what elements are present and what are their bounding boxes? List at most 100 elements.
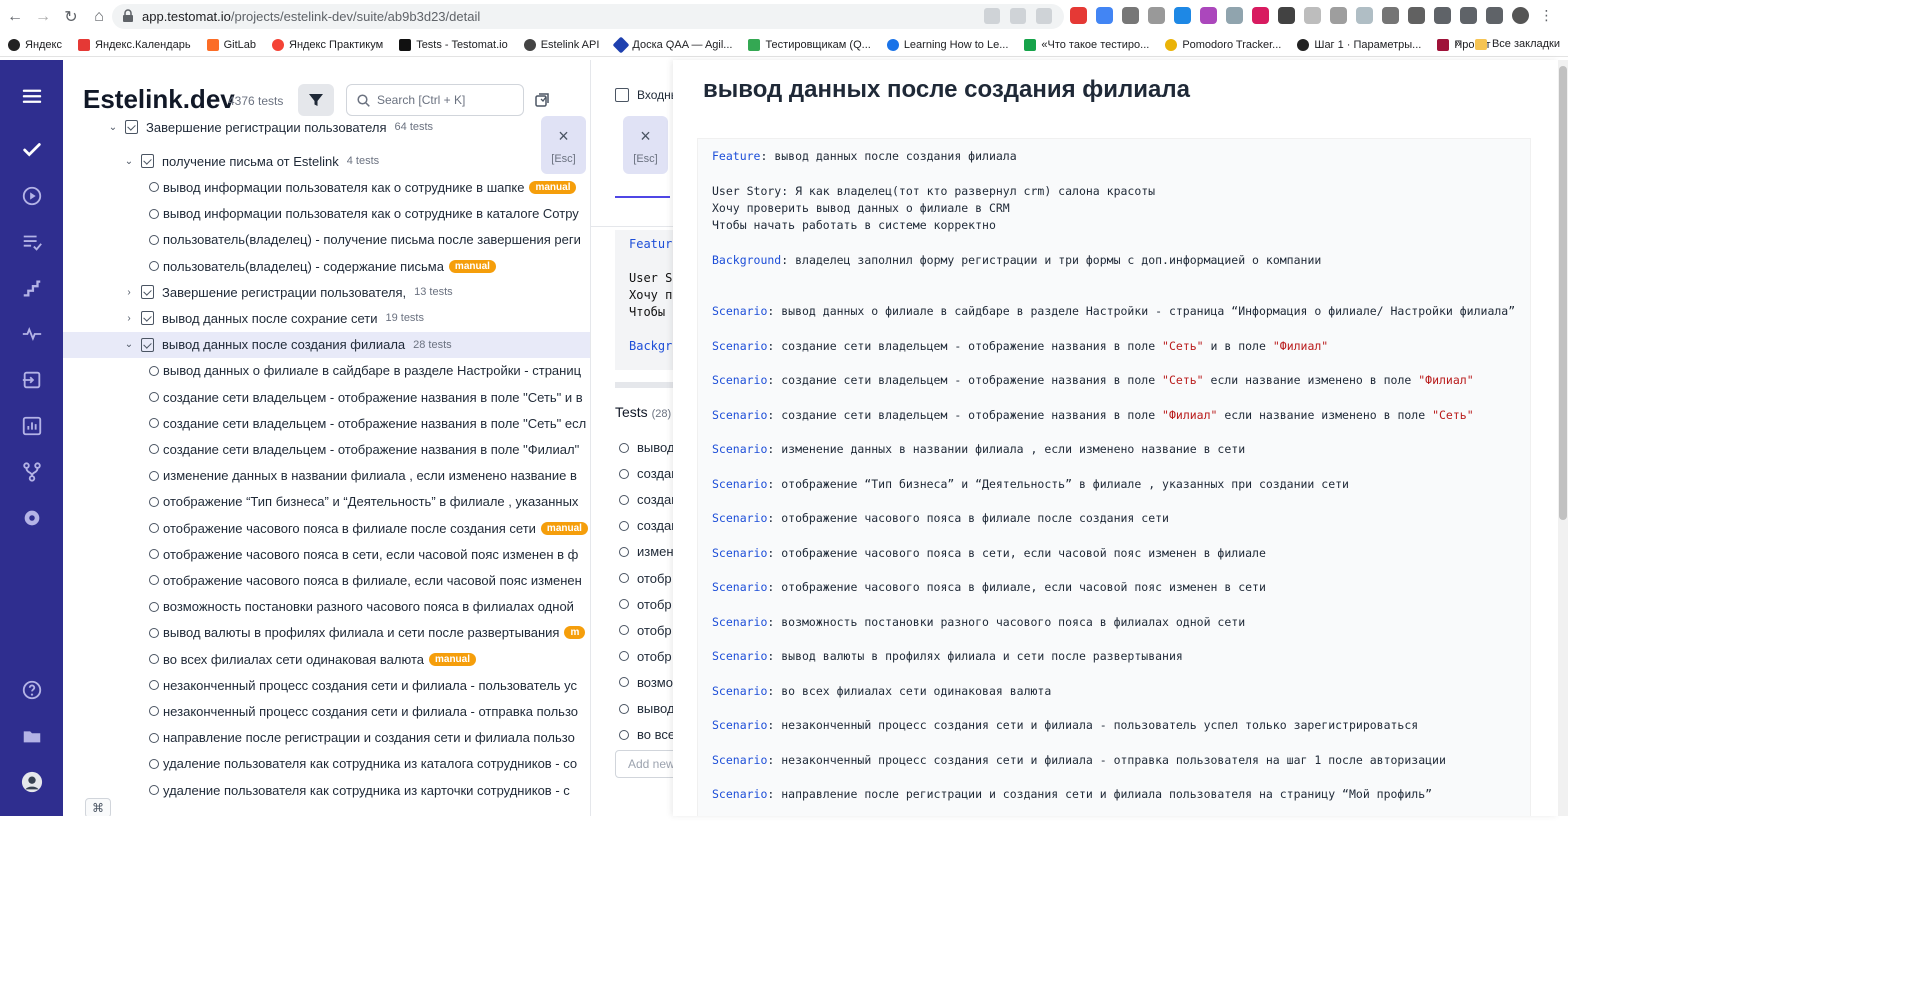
- analytics-chart-icon[interactable]: [0, 408, 63, 444]
- download-icon[interactable]: [1460, 7, 1477, 24]
- tree-test-row[interactable]: отображение часового пояса в сети, если …: [63, 541, 590, 567]
- back-icon[interactable]: ←: [2, 4, 28, 30]
- tree-test-row[interactable]: пользователь(владелец) - содержание пись…: [63, 253, 590, 279]
- bookmark[interactable]: Estelink API: [523, 38, 599, 51]
- projects-folder-icon[interactable]: [0, 718, 63, 754]
- extension-icon[interactable]: [1356, 7, 1373, 24]
- test-list-item[interactable]: отобр: [619, 597, 672, 612]
- user-avatar[interactable]: [0, 764, 63, 800]
- test-list-item[interactable]: создан: [619, 518, 673, 533]
- page-scrollbar[interactable]: [1558, 60, 1568, 816]
- settings-gear-icon[interactable]: [0, 500, 63, 536]
- bookmark[interactable]: GitLab: [206, 38, 256, 51]
- close-panel-button[interactable]: × [Esc]: [541, 116, 586, 174]
- test-list-item[interactable]: измен: [619, 544, 673, 559]
- runs-play-icon[interactable]: [0, 178, 63, 214]
- help-icon[interactable]: [0, 672, 63, 708]
- tests-check-icon[interactable]: [0, 132, 63, 168]
- extension-icon[interactable]: [1226, 7, 1243, 24]
- extension-icon[interactable]: [1252, 7, 1269, 24]
- test-list-item[interactable]: возмо: [619, 675, 673, 690]
- all-bookmarks[interactable]: » Все закладки: [1455, 38, 1560, 50]
- bookmark[interactable]: Pomodoro Tracker...: [1165, 38, 1281, 51]
- tree-test-row[interactable]: во всех филиалах сети одинаковая валюта m…: [63, 646, 590, 672]
- tree-test-row[interactable]: изменение данных в названии филиала , ес…: [63, 463, 590, 489]
- test-list-item[interactable]: вывод: [619, 701, 673, 716]
- bookmark[interactable]: Тестировщикам (Q...: [748, 38, 871, 51]
- tree-test-row[interactable]: вывод данных о филиале в сайдбаре в разд…: [63, 358, 590, 384]
- pulse-icon[interactable]: [0, 316, 63, 352]
- extension-icon[interactable]: [1174, 7, 1191, 24]
- tree-test-row[interactable]: удаление пользователя как сотрудника из …: [63, 777, 590, 803]
- bookmark[interactable]: «Что такое тестиро...: [1024, 38, 1149, 51]
- test-list-item[interactable]: отобр: [619, 571, 672, 586]
- bookmark[interactable]: Learning How to Le...: [886, 38, 1008, 51]
- tree-suite-row[interactable]: ⌄ Завершение регистрации пользователя 64 t…: [63, 114, 590, 140]
- profile-avatar[interactable]: [1512, 7, 1529, 24]
- chevron-down-icon[interactable]: ⌄: [123, 339, 135, 350]
- forward-icon[interactable]: →: [30, 4, 56, 30]
- chevron-right-icon[interactable]: ›: [123, 313, 135, 324]
- test-list-item[interactable]: создан: [619, 466, 673, 481]
- extension-icon[interactable]: [1096, 7, 1113, 24]
- bookmark[interactable]: Шаг 1 · Параметры...: [1297, 38, 1421, 51]
- bookmark[interactable]: Яндекс Практикум: [272, 38, 383, 51]
- add-suite-icon[interactable]: [534, 92, 550, 108]
- extension-icon[interactable]: [1122, 7, 1139, 24]
- share-icon[interactable]: [1010, 8, 1026, 24]
- close-panel-button[interactable]: × [Esc]: [623, 116, 668, 174]
- branches-icon[interactable]: [0, 454, 63, 490]
- command-palette-key[interactable]: ⌘: [85, 798, 111, 816]
- extension-icon[interactable]: [1148, 7, 1165, 24]
- extension-icon[interactable]: [1304, 7, 1321, 24]
- puzzle-icon[interactable]: [1408, 7, 1425, 24]
- tree-test-row[interactable]: пользователь(владелец) - получение письм…: [63, 227, 590, 253]
- tree-test-row[interactable]: отображение часового пояса в филиале, ес…: [63, 567, 590, 593]
- translate-icon[interactable]: [984, 8, 1000, 24]
- add-test-input[interactable]: Add new: [615, 750, 673, 778]
- extension-icon[interactable]: [1278, 7, 1295, 24]
- tree-test-row[interactable]: вывод информации пользователя как о сотр…: [63, 174, 590, 200]
- tree-test-row[interactable]: вывод валюты в профилях филиала и сети п…: [63, 620, 590, 646]
- test-list-item[interactable]: во все: [619, 727, 673, 742]
- tree-suite-row[interactable]: › вывод данных после сохрание сети 19 test…: [63, 305, 590, 331]
- tree-test-row[interactable]: незаконченный процесс создания сети и фи…: [63, 698, 590, 724]
- test-list-item[interactable]: вывод: [619, 440, 673, 455]
- extension-icon[interactable]: [1382, 7, 1399, 24]
- tree-test-row[interactable]: создание сети владельцем - отображение н…: [63, 410, 590, 436]
- bookmark[interactable]: Яндекс.Календарь: [78, 38, 191, 51]
- tree-test-row[interactable]: вывод информации пользователя как о сотр…: [63, 201, 590, 227]
- bookmarks-more-icon[interactable]: »: [1455, 38, 1461, 50]
- plans-list-icon[interactable]: [0, 224, 63, 260]
- extension-icon[interactable]: [1200, 7, 1217, 24]
- tree-test-row[interactable]: незаконченный процесс создания сети и фи…: [63, 672, 590, 698]
- bookmark[interactable]: Доска QAA — Agil...: [612, 36, 732, 53]
- test-list-item[interactable]: создан: [619, 492, 673, 507]
- test-list-item[interactable]: отобр: [619, 649, 672, 664]
- adblock-icon[interactable]: [1070, 7, 1087, 24]
- star-icon[interactable]: [1036, 8, 1052, 24]
- import-icon[interactable]: [0, 362, 63, 398]
- home-icon[interactable]: ⌂: [86, 4, 112, 30]
- bookmark[interactable]: Яндекс: [8, 38, 62, 51]
- tree-test-row[interactable]: создание сети владельцем - отображение н…: [63, 436, 590, 462]
- extension-icon[interactable]: [1330, 7, 1347, 24]
- chevron-right-icon[interactable]: ›: [123, 287, 135, 298]
- search-input[interactable]: Search [Ctrl + K]: [346, 84, 524, 116]
- tab-inbox[interactable]: Входны: [615, 88, 673, 102]
- tree-test-row[interactable]: отображение “Тип бизнеса” и “Деятельност…: [63, 489, 590, 515]
- reload-icon[interactable]: ↻: [58, 4, 84, 30]
- steps-stairs-icon[interactable]: [0, 270, 63, 306]
- tree-suite-row[interactable]: › Завершение регистрации пользователя, 13 …: [63, 279, 590, 305]
- tree-test-row[interactable]: удаление пользователя как сотрудника из …: [63, 751, 590, 777]
- tree-suite-row[interactable]: ⌄ вывод данных после создания филиала 28 t…: [63, 331, 590, 358]
- tree-test-row[interactable]: создание сети владельцем - отображение н…: [63, 384, 590, 410]
- menu-dots-icon[interactable]: ⋮: [1538, 7, 1555, 24]
- address-bar[interactable]: app.testomat.io/projects/estelink-dev/su…: [112, 4, 1064, 29]
- tree-test-row[interactable]: возможность постановки разного часового …: [63, 594, 590, 620]
- test-list-item[interactable]: отобр: [619, 623, 672, 638]
- hamburger-menu-icon[interactable]: [0, 78, 63, 114]
- filter-button[interactable]: [298, 84, 334, 116]
- chevron-down-icon[interactable]: ⌄: [107, 122, 119, 133]
- bookmark[interactable]: Tests - Testomat.io: [399, 38, 508, 51]
